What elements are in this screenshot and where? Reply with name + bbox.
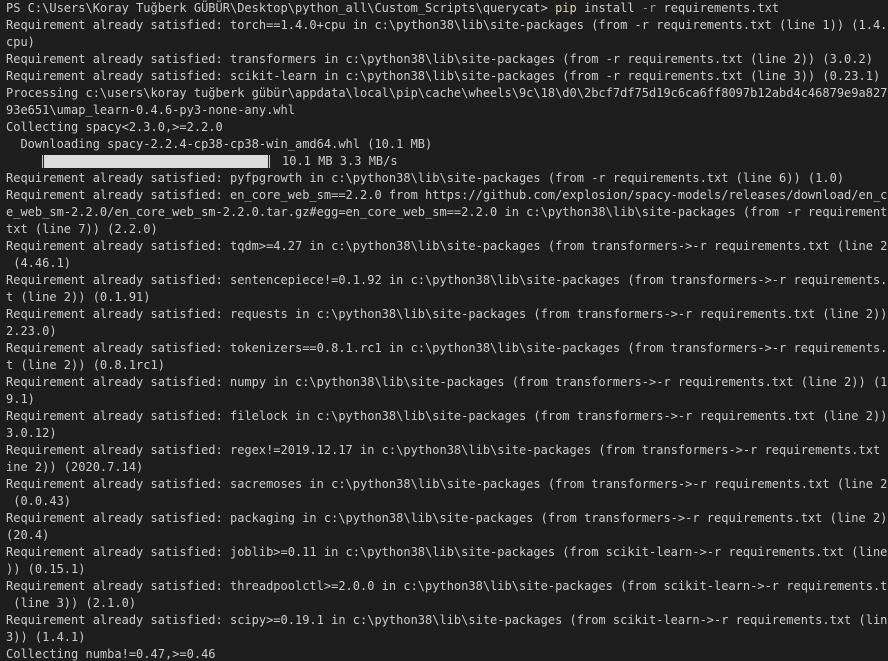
- output-line: 2.23.0): [6, 324, 57, 338]
- command-flag: -r: [641, 1, 657, 15]
- output-line: Requirement already satisfied: filelock …: [6, 409, 888, 423]
- output-line: 93e651\umap_learn-0.4.6-py3-none-any.whl: [6, 103, 295, 117]
- output-line: (0.0.43): [6, 494, 72, 508]
- output-line: txt (line 7)) (2.2.0): [6, 222, 158, 236]
- output-line: Requirement already satisfied: sentencep…: [6, 273, 888, 287]
- command-name: pip: [555, 1, 577, 15]
- output-block-before: Requirement already satisfied: torch==1.…: [6, 17, 888, 153]
- output-line: (line 3)) (2.1.0): [6, 596, 137, 610]
- output-line: (4.46.1): [6, 256, 72, 270]
- command-args: install: [576, 1, 642, 15]
- output-line: cpu): [6, 35, 35, 49]
- prompt-line: PS C:\Users\Koray Tuğberk GÜBÜR\Desktop\…: [6, 0, 888, 17]
- output-line: t (line 2)) (0.8.1rc1): [6, 358, 165, 372]
- download-progress: 10.1 MB 3.3 MB/s: [6, 153, 888, 170]
- output-line: Requirement already satisfied: en_core_w…: [6, 188, 888, 202]
- output-line: Requirement already satisfied: torch==1.…: [6, 18, 888, 32]
- output-line: Requirement already satisfied: scikit-le…: [6, 69, 881, 83]
- output-line: Requirement already satisfied: transform…: [6, 52, 873, 66]
- output-line: Collecting numba!=0.47,>=0.46: [6, 647, 216, 661]
- output-line: Requirement already satisfied: threadpoo…: [6, 579, 888, 593]
- terminal-window[interactable]: PS C:\Users\Koray Tuğberk GÜBÜR\Desktop\…: [0, 0, 888, 661]
- progress-bar-fill: [44, 155, 268, 168]
- output-line: Requirement already satisfied: sacremose…: [6, 477, 888, 491]
- output-line: Requirement already satisfied: numpy in …: [6, 375, 888, 389]
- output-line: 3)) (1.4.1): [6, 630, 86, 644]
- output-line: (20.4): [6, 528, 50, 542]
- output-line: Requirement already satisfied: packaging…: [6, 511, 888, 525]
- output-line: t (line 2)) (0.1.91): [6, 290, 151, 304]
- output-line: Requirement already satisfied: regex!=20…: [6, 443, 888, 457]
- output-line: ine 2)) (2020.7.14): [6, 460, 144, 474]
- output-line: e_web_sm-2.2.0/en_core_web_sm-2.2.0.tar.…: [6, 205, 888, 219]
- output-line: 9.1): [6, 392, 35, 406]
- progress-text: 10.1 MB 3.3 MB/s: [282, 154, 398, 168]
- output-line: Requirement already satisfied: requests …: [6, 307, 888, 321]
- output-line: 3.0.12): [6, 426, 57, 440]
- progress-bar: [42, 155, 270, 168]
- command-file: requirements.txt: [656, 1, 780, 15]
- output-line: Requirement already satisfied: scipy>=0.…: [6, 613, 888, 627]
- output-line: Requirement already satisfied: pyfpgrowt…: [6, 171, 845, 185]
- output-line: Processing c:\users\koray tuğberk gübür\…: [6, 86, 888, 100]
- output-line: Requirement already satisfied: joblib>=0…: [6, 545, 888, 559]
- output-line: Collecting spacy<2.3.0,>=2.2.0: [6, 120, 223, 134]
- output-line: Downloading spacy-2.2.4-cp38-cp38-win_am…: [6, 137, 433, 151]
- output-line: )) (0.15.1): [6, 562, 86, 576]
- prompt-prefix: PS C:\Users\Koray Tuğberk GÜBÜR\Desktop\…: [6, 1, 556, 15]
- output-block-after: Requirement already satisfied: pyfpgrowt…: [6, 170, 888, 661]
- output-line: Requirement already satisfied: tokenizer…: [6, 341, 888, 355]
- output-line: Requirement already satisfied: tqdm>=4.2…: [6, 239, 888, 253]
